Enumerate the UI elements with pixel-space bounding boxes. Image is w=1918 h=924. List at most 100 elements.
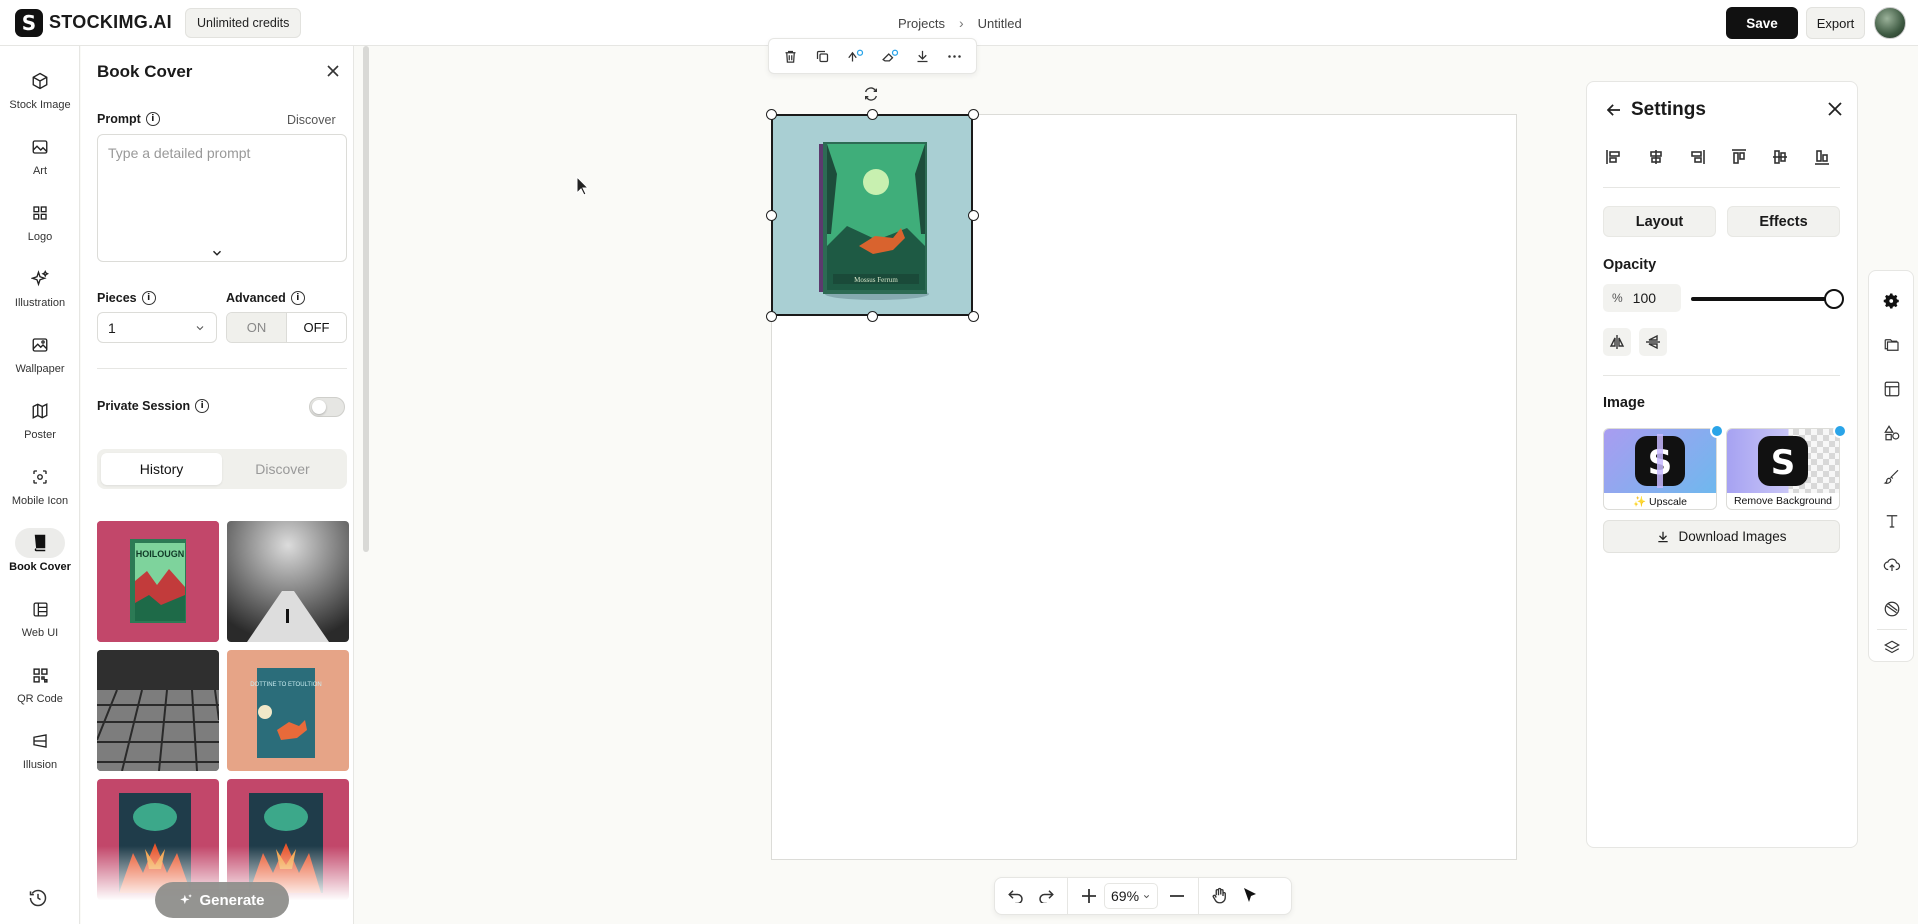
pieces-value: 1 bbox=[108, 319, 116, 336]
tab-history[interactable]: History bbox=[101, 453, 222, 485]
nav-label: Illusion bbox=[22, 759, 58, 771]
upscale-preview: S bbox=[1604, 429, 1716, 493]
breadcrumb-current[interactable]: Untitled bbox=[978, 16, 1022, 31]
resize-handle[interactable] bbox=[968, 210, 979, 221]
brush-icon[interactable] bbox=[1880, 465, 1904, 489]
chevron-right-icon: › bbox=[958, 15, 964, 31]
tab-discover[interactable]: Discover bbox=[222, 453, 343, 485]
flip-horizontal-icon[interactable] bbox=[1603, 328, 1631, 356]
resize-handle[interactable] bbox=[766, 109, 777, 120]
brand[interactable]: S STOCKIMG.AI bbox=[15, 8, 172, 37]
gear-icon[interactable] bbox=[1880, 289, 1904, 313]
nav-item-mobile-icon[interactable]: Mobile Icon bbox=[0, 456, 80, 518]
nav-item-wallpaper[interactable]: Wallpaper bbox=[0, 324, 80, 386]
prompt-discover-link[interactable]: Discover bbox=[287, 113, 336, 127]
history-thumbnail[interactable] bbox=[97, 650, 219, 771]
generate-button[interactable]: Generate bbox=[155, 882, 289, 918]
download-icon[interactable] bbox=[915, 49, 930, 64]
opacity-input[interactable]: % 100 bbox=[1603, 284, 1681, 312]
resize-handle[interactable] bbox=[766, 311, 777, 322]
more-icon[interactable] bbox=[947, 49, 962, 64]
nav-item-stock-image[interactable]: Stock Image bbox=[0, 60, 80, 122]
info-icon[interactable]: i bbox=[141, 291, 156, 305]
undo-icon[interactable] bbox=[1001, 881, 1031, 911]
align-left-icon[interactable] bbox=[1603, 146, 1625, 168]
arrow-left-icon[interactable] bbox=[1607, 104, 1621, 116]
upscale-card[interactable]: S ✨ Upscale bbox=[1603, 428, 1717, 510]
zoom-in-icon[interactable] bbox=[1074, 881, 1104, 911]
zoom-toolbar: 69% bbox=[994, 877, 1292, 915]
tab-layout[interactable]: Layout bbox=[1603, 206, 1716, 237]
history-thumbnail[interactable]: HOILOUGN bbox=[97, 521, 219, 642]
nav-item-book-cover[interactable]: Book Cover bbox=[0, 522, 80, 584]
text-icon[interactable] bbox=[1880, 509, 1904, 533]
history-thumbnail[interactable]: DOTTINE TO ETOULTION bbox=[227, 650, 349, 771]
zoom-out-icon[interactable] bbox=[1162, 881, 1192, 911]
hand-tool-icon[interactable] bbox=[1205, 881, 1235, 911]
align-top-icon[interactable] bbox=[1728, 146, 1750, 168]
eraser-icon[interactable] bbox=[881, 49, 899, 64]
resize-handle[interactable] bbox=[867, 109, 878, 120]
credits-badge[interactable]: Unlimited credits bbox=[184, 7, 302, 38]
selected-book-cover-image[interactable]: Mossus Ferrum bbox=[771, 114, 973, 316]
trash-icon[interactable] bbox=[783, 49, 798, 64]
prompt-input[interactable] bbox=[98, 135, 346, 225]
nav-label: Web UI bbox=[21, 627, 59, 639]
resize-handle[interactable] bbox=[766, 210, 777, 221]
nav-item-qr-code[interactable]: QR Code bbox=[0, 654, 80, 716]
nav-item-art[interactable]: Art bbox=[0, 126, 80, 188]
nav-item-logo[interactable]: Logo bbox=[0, 192, 80, 254]
save-button[interactable]: Save bbox=[1726, 7, 1798, 39]
close-icon[interactable] bbox=[1828, 102, 1842, 116]
tab-effects[interactable]: Effects bbox=[1727, 206, 1840, 237]
duplicate-icon[interactable] bbox=[815, 49, 830, 64]
chevron-down-icon[interactable] bbox=[210, 246, 224, 260]
zoom-select[interactable]: 69% bbox=[1104, 883, 1159, 909]
remove-background-card[interactable]: S Remove Background bbox=[1726, 428, 1840, 510]
opacity-slider-knob[interactable] bbox=[1824, 289, 1844, 309]
panel-scrollbar[interactable] bbox=[363, 46, 369, 552]
breadcrumb-projects[interactable]: Projects bbox=[898, 16, 945, 31]
layers-icon[interactable] bbox=[1880, 636, 1904, 660]
opacity-slider[interactable] bbox=[1691, 297, 1841, 301]
align-right-icon[interactable] bbox=[1686, 146, 1708, 168]
advanced-on-button[interactable]: ON bbox=[227, 313, 287, 342]
folders-icon[interactable] bbox=[1880, 333, 1904, 357]
brand-name: STOCKIMG.AI bbox=[49, 12, 172, 32]
nav-item-illusion[interactable]: Illusion bbox=[0, 720, 80, 782]
nav-item-web-ui[interactable]: Web UI bbox=[0, 588, 80, 650]
nav-item-illustration[interactable]: Illustration bbox=[0, 258, 80, 320]
info-icon[interactable]: i bbox=[195, 399, 210, 413]
private-session-switch[interactable] bbox=[309, 397, 345, 417]
info-icon[interactable]: i bbox=[290, 291, 305, 305]
divider bbox=[1067, 877, 1068, 915]
pieces-select[interactable]: 1 bbox=[97, 312, 217, 343]
info-icon[interactable]: i bbox=[145, 112, 160, 126]
flip-vertical-icon[interactable] bbox=[1639, 328, 1667, 356]
redo-icon[interactable] bbox=[1031, 881, 1061, 911]
rotate-icon[interactable] bbox=[863, 86, 879, 102]
shapes-icon[interactable] bbox=[1880, 421, 1904, 445]
advanced-off-button[interactable]: OFF bbox=[287, 313, 346, 342]
resize-handle[interactable] bbox=[968, 109, 979, 120]
resize-handle[interactable] bbox=[968, 311, 979, 322]
align-center-horizontal-icon[interactable] bbox=[1645, 146, 1667, 168]
download-images-button[interactable]: Download Images bbox=[1603, 520, 1840, 553]
align-bottom-icon[interactable] bbox=[1811, 146, 1833, 168]
history-icon[interactable] bbox=[28, 888, 48, 908]
pointer-tool-icon[interactable] bbox=[1235, 881, 1265, 911]
nav-item-poster[interactable]: Poster bbox=[0, 390, 80, 452]
resize-handle[interactable] bbox=[867, 311, 878, 322]
history-thumbnail[interactable] bbox=[227, 521, 349, 642]
template-icon[interactable] bbox=[1880, 377, 1904, 401]
sticker-icon[interactable] bbox=[1880, 597, 1904, 621]
export-button[interactable]: Export bbox=[1806, 7, 1865, 39]
book-cover-panel: Book Cover Prompti Discover Piecesi Adva… bbox=[81, 46, 354, 924]
close-icon[interactable] bbox=[327, 65, 339, 77]
avatar[interactable] bbox=[1874, 7, 1906, 39]
upscale-icon[interactable] bbox=[846, 49, 864, 64]
cube-icon bbox=[25, 66, 55, 96]
align-center-vertical-icon[interactable] bbox=[1769, 146, 1791, 168]
sparkles-icon bbox=[179, 893, 193, 907]
upload-cloud-icon[interactable] bbox=[1880, 553, 1904, 577]
